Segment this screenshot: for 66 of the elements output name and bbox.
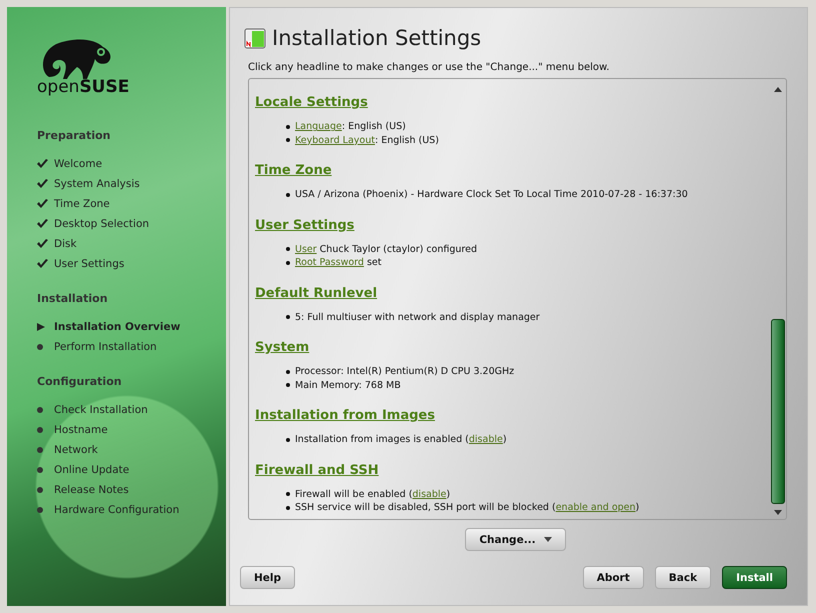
section-heading-link[interactable]: User Settings	[255, 218, 354, 232]
bullet-icon	[286, 260, 290, 265]
bullet-icon	[286, 492, 290, 496]
setting-text: Firewall will be enabled (disable)	[295, 488, 450, 500]
setting-text: Root Password set	[295, 257, 382, 268]
step-label: Check Installation	[54, 404, 148, 416]
bullet-icon	[286, 192, 290, 197]
setting-text: Installation from images is enabled (disable)	[295, 434, 507, 446]
setting-text: Language: English (US)	[295, 121, 406, 132]
step-label: Online Update	[54, 464, 130, 476]
package-icon	[244, 27, 266, 49]
bullet-icon	[286, 506, 290, 510]
step-label: Desktop Selection	[54, 218, 150, 230]
setting-link[interactable]: Root Password	[295, 257, 364, 268]
step-label: Perform Installation	[54, 341, 157, 353]
setting-text: User Chuck Taylor (ctaylor) configured	[295, 244, 477, 255]
step-label: System Analysis	[54, 178, 140, 190]
section-heading-link[interactable]: Installation from Images	[255, 408, 435, 423]
step-label: Welcome	[54, 158, 102, 170]
primary-button[interactable]: Install	[722, 566, 787, 589]
setting-text: USA / Arizona (Phoenix) - Hardware Clock Set To Local Time 2010-07-28 - 16:37:30	[295, 189, 688, 200]
scroll-thumb[interactable]	[771, 319, 785, 504]
bullet-icon	[286, 124, 290, 129]
dialog-button[interactable]: Help	[240, 566, 296, 589]
step-label: User Settings	[54, 258, 124, 270]
setting-link[interactable]: Language	[295, 121, 342, 132]
page-title: Installation Settings	[272, 26, 482, 50]
setting-text: Keyboard Layout: English (US)	[295, 134, 439, 146]
bullet-icon	[286, 247, 290, 252]
group-title: Configuration	[37, 375, 123, 388]
setting-text: SSH service will be disabled, SSH port will be blocked (enable and open)	[295, 502, 640, 514]
dialog-button[interactable]: Abort	[582, 566, 644, 589]
caret-icon	[544, 537, 552, 542]
step-label: Hardware Configuration	[54, 504, 180, 516]
section-heading-link[interactable]: System	[255, 340, 310, 355]
setting-text: 5: Full multiuser with network and display manager	[295, 312, 540, 323]
section-heading-link[interactable]: Locale Settings	[255, 95, 368, 110]
step-label: Time Zone	[54, 198, 110, 210]
bullet-icon	[286, 438, 290, 442]
hint-text: Click any headline to make changes or use the "Change..." menu below.	[248, 62, 610, 73]
dialog-button[interactable]: Back	[654, 566, 712, 589]
bullet-icon	[286, 383, 290, 388]
setting-link[interactable]: disable	[468, 434, 503, 446]
section-heading-link[interactable]: Time Zone	[255, 163, 332, 178]
group-title: Preparation	[37, 129, 112, 142]
bullet-icon	[286, 370, 290, 374]
step-label: Network	[54, 444, 98, 456]
bullet-icon	[286, 315, 290, 320]
step-label: Release Notes	[54, 484, 129, 496]
setting-text: Processor: Intel(R) Pentium(R) D CPU 3.20GHz	[295, 366, 514, 378]
section-heading-link[interactable]: Default Runlevel	[255, 286, 378, 300]
group-title: Installation	[37, 292, 109, 305]
scroll-up-icon[interactable]	[774, 87, 782, 92]
setting-link[interactable]: enable and open	[556, 502, 636, 514]
setting-link[interactable]: User	[295, 244, 317, 255]
change-menu-button[interactable]: Change...	[465, 528, 566, 551]
bullet-icon	[286, 138, 290, 142]
section-heading-link[interactable]: Firewall and SSH	[255, 462, 379, 478]
scroll-down-icon[interactable]	[774, 510, 782, 515]
step-label: Installation Overview	[54, 321, 180, 333]
setting-text: Main Memory: 768 MB	[295, 380, 401, 391]
logo-text: openSUSE	[37, 77, 130, 97]
setting-link[interactable]: disable	[412, 488, 446, 500]
step-label: Hostname	[54, 424, 108, 436]
setting-link[interactable]: Keyboard Layout	[295, 134, 375, 146]
step-label: Disk	[54, 238, 77, 250]
